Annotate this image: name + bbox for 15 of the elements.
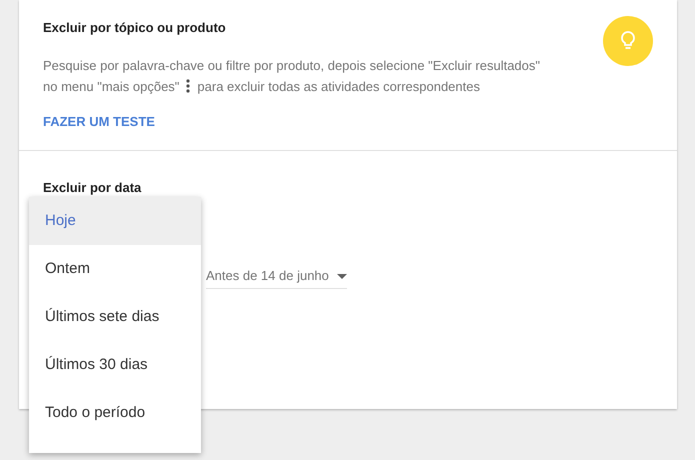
section-title: Excluir por tópico ou produto: [43, 19, 227, 37]
menu-item[interactable]: Últimos sete dias: [29, 293, 201, 341]
description-text: Pesquise por palavra-chave ou filtre por produto, depois selecione "Excluir resultados": [43, 56, 542, 75]
test-link[interactable]: FAZER UM TESTE: [43, 112, 155, 131]
more-options-icon: [186, 79, 190, 93]
description-text: para excluir todas as atividades correspondentes: [197, 78, 480, 96]
description-text: no menu "mais opções": [43, 78, 180, 96]
menu-item[interactable]: Últimos 30 dias: [29, 341, 201, 389]
dropdown-caret-icon: [337, 274, 347, 278]
date-select[interactable]: Antes de 14 de junho: [206, 266, 347, 289]
menu-item[interactable]: Ontem: [29, 245, 201, 293]
section-title: Excluir por data: [43, 178, 142, 197]
lightbulb-icon: [621, 31, 635, 51]
menu-item[interactable]: Hoje: [29, 197, 201, 245]
menu-item[interactable]: Todo o período: [29, 389, 201, 437]
